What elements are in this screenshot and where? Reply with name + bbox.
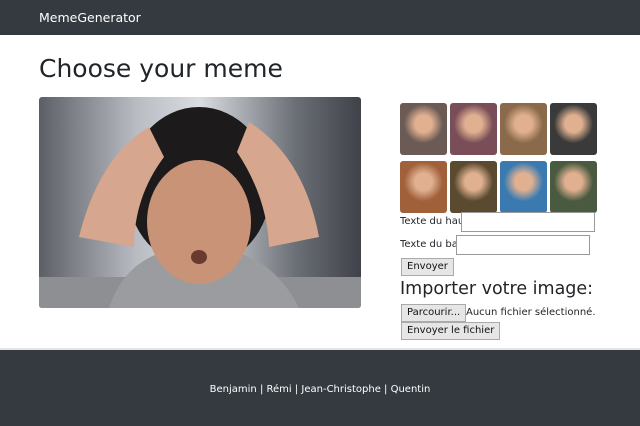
upload-title: Importer votre image: [400, 279, 594, 299]
top-text-label: Texte du haut [400, 216, 469, 227]
top-text-input[interactable] [461, 212, 595, 232]
upload-file-button[interactable]: Envoyer le fichier [401, 322, 501, 340]
meme-thumbnail[interactable] [550, 103, 597, 155]
navbar: MemeGenerator [0, 0, 640, 35]
bottom-text-label: Texte du bas [400, 239, 464, 250]
bottom-text-input[interactable] [456, 235, 590, 255]
meme-thumbnail[interactable] [450, 103, 497, 155]
meme-thumbnail[interactable] [550, 161, 597, 213]
no-file-status: Aucun fichier sélectionné. [466, 307, 596, 318]
meme-thumbnail[interactable] [500, 103, 547, 155]
meme-thumbnail-grid [400, 103, 597, 213]
browse-file-button[interactable]: Parcourir... [401, 304, 467, 322]
meme-thumbnail[interactable] [450, 161, 497, 213]
page-title: Choose your meme [39, 54, 283, 83]
submit-button[interactable]: Envoyer [401, 258, 454, 276]
meme-face-illustration [39, 107, 361, 308]
selected-meme-image [39, 97, 361, 308]
meme-thumbnail[interactable] [400, 161, 447, 213]
brand-link[interactable]: MemeGenerator [39, 10, 141, 25]
footer-credits: Benjamin | Rémi | Jean-Christophe | Quen… [209, 384, 431, 395]
footer: Benjamin | Rémi | Jean-Christophe | Quen… [0, 348, 640, 426]
meme-thumbnail[interactable] [500, 161, 547, 213]
meme-thumbnail[interactable] [400, 103, 447, 155]
